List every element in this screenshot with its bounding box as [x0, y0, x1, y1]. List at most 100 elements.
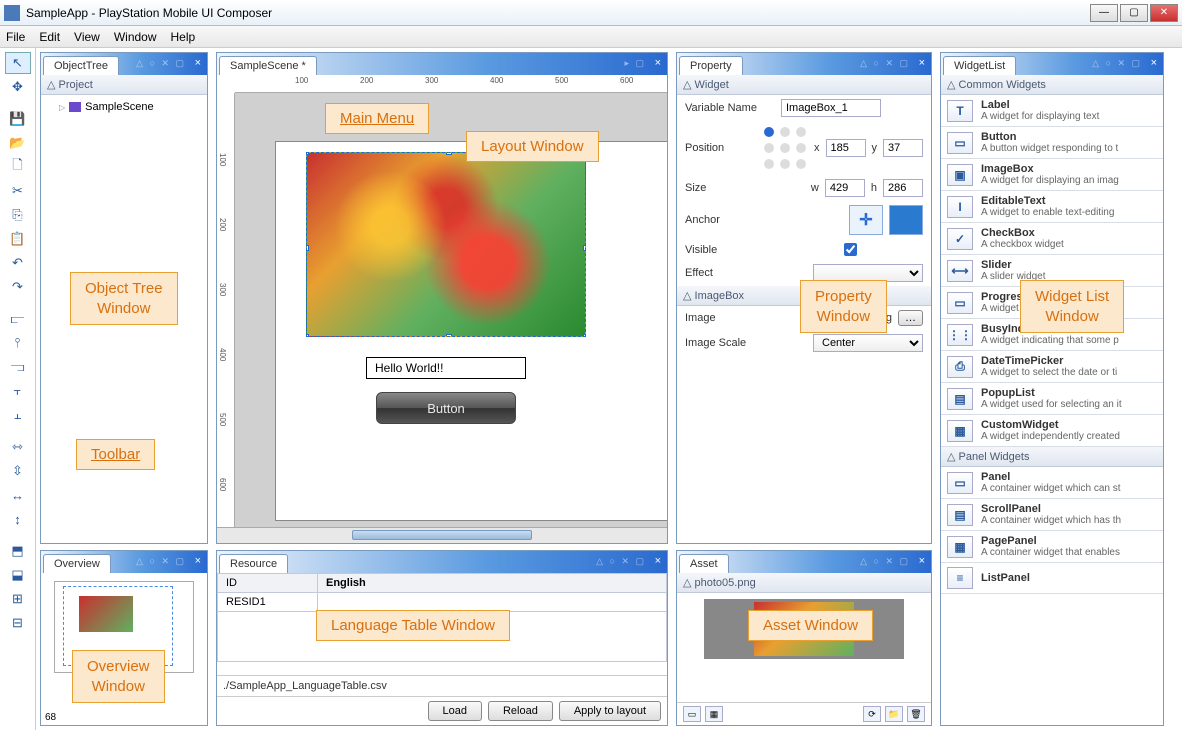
- widget-desc: A widget indicating that some p: [981, 335, 1157, 346]
- reload-button[interactable]: Reload: [488, 701, 553, 721]
- visible-checkbox[interactable]: [844, 243, 857, 256]
- close-button[interactable]: ✕: [1150, 4, 1178, 22]
- new-icon[interactable]: 🗋: [5, 156, 31, 178]
- apply-layout-button[interactable]: Apply to layout: [559, 701, 661, 721]
- widget-desc: A checkbox widget: [981, 239, 1157, 250]
- asset-delete-icon[interactable]: 🗑: [907, 706, 925, 722]
- callout-asset: Asset Window: [748, 610, 873, 641]
- resource-path: ./SampleApp_LanguageTable.csv: [223, 680, 661, 692]
- toolbar: ↖ ✥ 💾 📂 🗋 ✂ ⎘ 📋 ↶ ↷ ⫍ ⫯ ⫎ ⫟ ⫠ ⇿ ⇳ ↔ ↕ ⬒ …: [0, 48, 36, 730]
- asset-refresh-icon[interactable]: ⟳: [863, 706, 881, 722]
- widget-desc: A button widget responding to t: [981, 143, 1157, 154]
- widget-item-panel[interactable]: ▭PanelA container widget which can st: [941, 467, 1163, 499]
- maximize-button[interactable]: ▢: [1120, 4, 1148, 22]
- y-input[interactable]: [883, 139, 923, 157]
- image-browse-button[interactable]: …: [898, 310, 923, 326]
- anchor-preview-1[interactable]: ✛: [849, 205, 883, 235]
- widget-item-customwidget[interactable]: ▦CustomWidgetA widget independently crea…: [941, 415, 1163, 447]
- widget-desc: A container widget which has th: [981, 515, 1157, 526]
- varname-input[interactable]: [781, 99, 881, 117]
- col-id[interactable]: ID: [218, 574, 318, 593]
- h-input[interactable]: [883, 179, 923, 197]
- col-english[interactable]: English: [318, 574, 667, 593]
- object-tree-tab[interactable]: ObjectTree: [43, 56, 119, 75]
- titlebar: SampleApp - PlayStation Mobile UI Compos…: [0, 0, 1182, 26]
- align-right-icon[interactable]: ⫎: [5, 356, 31, 378]
- widget-item-imagebox[interactable]: ▣ImageBoxA widget for displaying an imag: [941, 159, 1163, 191]
- scene-surface[interactable]: Hello World!! Button: [275, 141, 667, 521]
- widget-item-scrollpanel[interactable]: ▤ScrollPanelA container widget which has…: [941, 499, 1163, 531]
- widget-item-button[interactable]: ▭ButtonA button widget responding to t: [941, 127, 1163, 159]
- widget-item-datetimepicker[interactable]: ⎙DateTimePickerA widget to select the da…: [941, 351, 1163, 383]
- horizontal-scrollbar[interactable]: [217, 527, 667, 543]
- layout-panel: SampleScene * ▸ ▢ × 100 200 300 400 500 …: [216, 52, 668, 544]
- expand-icon[interactable]: ▷: [59, 103, 65, 112]
- same-width-icon[interactable]: ↔: [5, 484, 31, 506]
- imagescale-select[interactable]: Center: [813, 334, 923, 352]
- undo-icon[interactable]: ↶: [5, 252, 31, 274]
- align-left-icon[interactable]: ⫍: [5, 308, 31, 330]
- button-widget[interactable]: Button: [376, 392, 516, 424]
- w-input[interactable]: [825, 179, 865, 197]
- tree-item-samplescene[interactable]: ▷ SampleScene: [47, 99, 201, 115]
- asset-tab[interactable]: Asset: [679, 554, 729, 573]
- visible-label: Visible: [685, 244, 775, 256]
- position-anchor-grid[interactable]: [762, 125, 808, 171]
- widget-item-popuplist[interactable]: ▤PopupListA widget used for selecting an…: [941, 383, 1163, 415]
- layout-tab[interactable]: SampleScene *: [219, 56, 317, 75]
- anchor-label: Anchor: [685, 214, 775, 226]
- ungroup-icon[interactable]: ⊟: [5, 612, 31, 634]
- cut-icon[interactable]: ✂: [5, 180, 31, 202]
- distribute-h-icon[interactable]: ⇿: [5, 436, 31, 458]
- move-tool-icon[interactable]: ✥: [5, 76, 31, 98]
- widget-name: PopupList: [981, 387, 1157, 399]
- resource-tab[interactable]: Resource: [219, 554, 288, 573]
- widget-desc: A widget to select the date or ti: [981, 367, 1157, 378]
- menu-file[interactable]: File: [6, 30, 25, 44]
- align-middle-icon[interactable]: ⫠: [5, 404, 31, 426]
- load-button[interactable]: Load: [428, 701, 482, 721]
- group-icon[interactable]: ⊞: [5, 588, 31, 610]
- widget-name: ScrollPanel: [981, 503, 1157, 515]
- back-icon[interactable]: ⬓: [5, 564, 31, 586]
- widget-desc: A widget for displaying an imag: [981, 175, 1157, 186]
- pointer-tool-icon[interactable]: ↖: [5, 52, 31, 74]
- distribute-v-icon[interactable]: ⇳: [5, 460, 31, 482]
- copy-icon[interactable]: ⎘: [5, 204, 31, 226]
- menu-view[interactable]: View: [74, 30, 100, 44]
- anchor-preview-2[interactable]: [889, 205, 923, 235]
- widget-icon: I: [947, 196, 973, 218]
- widgetlist-tab[interactable]: WidgetList: [943, 56, 1016, 75]
- save-icon[interactable]: 💾: [5, 108, 31, 130]
- design-canvas[interactable]: Hello World!! Button: [235, 93, 667, 527]
- redo-icon[interactable]: ↷: [5, 276, 31, 298]
- text-widget[interactable]: Hello World!!: [366, 357, 526, 379]
- widget-icon: ⋮⋮: [947, 324, 973, 346]
- widget-desc: A widget independently created: [981, 431, 1157, 442]
- align-top-icon[interactable]: ⫟: [5, 380, 31, 402]
- paste-icon[interactable]: 📋: [5, 228, 31, 250]
- table-row[interactable]: RESID1: [218, 593, 667, 612]
- x-input[interactable]: [826, 139, 866, 157]
- widget-item-editabletext[interactable]: IEditableTextA widget to enable text-edi…: [941, 191, 1163, 223]
- align-center-icon[interactable]: ⫯: [5, 332, 31, 354]
- overview-tab[interactable]: Overview: [43, 554, 111, 573]
- widget-item-label[interactable]: TLabelA widget for displaying text: [941, 95, 1163, 127]
- asset-view1-icon[interactable]: ▭: [683, 706, 701, 722]
- menu-window[interactable]: Window: [114, 30, 157, 44]
- imagescale-label: Image Scale: [685, 337, 775, 349]
- property-tab[interactable]: Property: [679, 56, 743, 75]
- minimize-button[interactable]: —: [1090, 4, 1118, 22]
- open-icon[interactable]: 📂: [5, 132, 31, 154]
- front-icon[interactable]: ⬒: [5, 540, 31, 562]
- widget-item-checkbox[interactable]: ✓CheckBoxA checkbox widget: [941, 223, 1163, 255]
- menu-help[interactable]: Help: [171, 30, 196, 44]
- same-height-icon[interactable]: ↕: [5, 508, 31, 530]
- imagebox-widget[interactable]: [306, 152, 586, 337]
- asset-add-icon[interactable]: 📁: [885, 706, 903, 722]
- asset-view2-icon[interactable]: ▦: [705, 706, 723, 722]
- widget-item-listpanel[interactable]: ≡ListPanel: [941, 563, 1163, 594]
- widget-item-pagepanel[interactable]: ▦PagePanelA container widget that enable…: [941, 531, 1163, 563]
- menu-edit[interactable]: Edit: [39, 30, 60, 44]
- effect-label: Effect: [685, 267, 775, 279]
